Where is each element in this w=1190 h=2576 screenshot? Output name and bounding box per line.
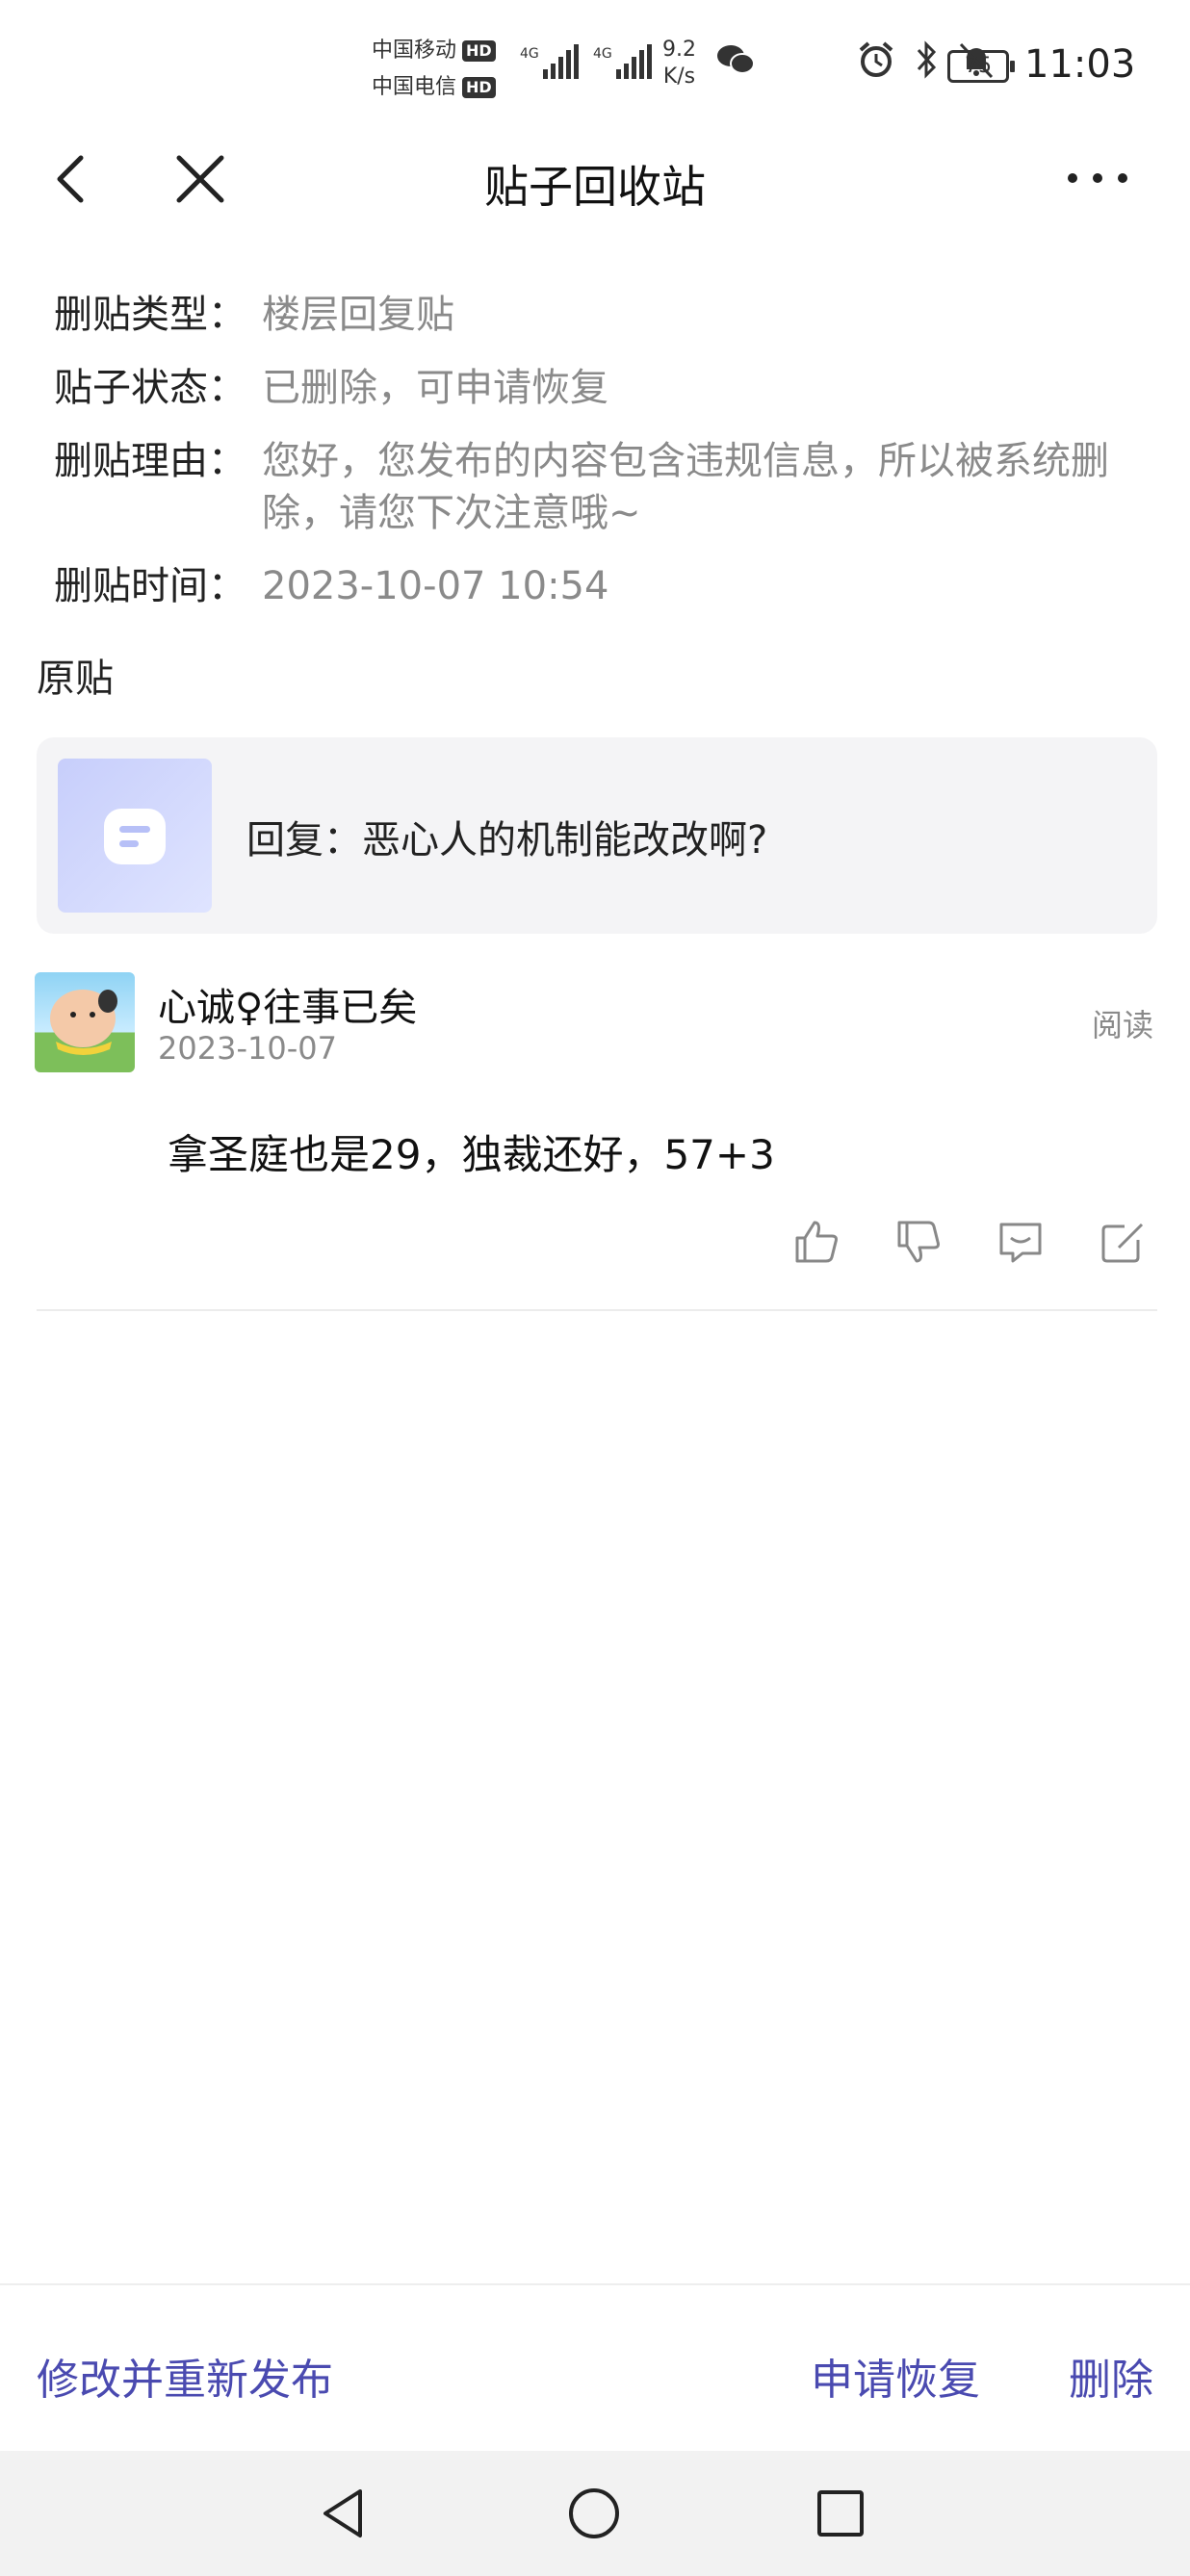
carrier-1: 中国移动 (372, 39, 457, 63)
post-date: 2023-10-07 (158, 1030, 337, 1067)
svg-text:4G: 4G (593, 46, 612, 62)
svg-text:4G: 4G (520, 46, 539, 62)
info-row-status: 贴子状态： 已删除，可申请恢复 (54, 362, 1151, 414)
reply-content: 拿圣庭也是29，独裁还好，57+3 (168, 1131, 775, 1178)
signal-icon: 4G (520, 44, 579, 79)
signal-icon: 4G (593, 44, 652, 79)
hd-badge: HD (462, 40, 496, 62)
info-row-reason: 删贴理由： 您好，您发布的内容包含违规信息，所以被系统删除，请您下次注意哦~ (54, 435, 1151, 539)
battery-level: 75 (965, 54, 992, 78)
divider (37, 1309, 1157, 1311)
dislike-icon[interactable] (892, 1215, 945, 1269)
deletion-info: 删贴类型： 楼层回复贴 贴子状态： 已删除，可申请恢复 删贴理由： 您好，您发布… (54, 289, 1151, 633)
clock: 11:03 (1024, 42, 1136, 87)
alarm-icon (859, 41, 893, 77)
time-label: 删贴时间： (54, 564, 246, 608)
reply-actions (789, 1215, 1150, 1269)
net-speed-value: 9.2 (662, 38, 696, 62)
type-label: 删贴类型： (54, 293, 246, 337)
bottom-action-bar: 修改并重新发布 申请恢复 删除 (0, 2283, 1190, 2451)
share-icon[interactable] (1096, 1215, 1150, 1269)
carrier-2: 中国电信 (372, 75, 457, 99)
original-post-heading: 原贴 (37, 657, 114, 701)
bluetooth-icon (917, 40, 937, 79)
avatar-image (50, 990, 117, 1055)
read-link[interactable]: 阅读 (1092, 1001, 1153, 1045)
network-speed: 9.2 K/s (662, 37, 696, 90)
chat-bubble-icon (104, 809, 166, 864)
info-row-type: 删贴类型： 楼层回复贴 (54, 289, 1151, 341)
post-recycle-bin-page: 中国移动 HD 中国电信 HD 4G 4G 9.2 K/s 75 11:03 贴… (0, 0, 1190, 2576)
more-icon[interactable] (1063, 154, 1132, 202)
status-bar: 中国移动 HD 中国电信 HD 4G 4G 9.2 K/s 75 11:03 (0, 0, 1190, 135)
system-recents-icon[interactable] (807, 2480, 874, 2547)
page-title: 贴子回收站 (484, 161, 706, 213)
like-icon[interactable] (789, 1215, 843, 1269)
type-value: 楼层回复贴 (262, 293, 454, 337)
reason-value: 您好，您发布的内容包含违规信息，所以被系统删除，请您下次注意哦~ (262, 439, 1109, 535)
hd-badge: HD (462, 77, 496, 98)
status-label: 贴子状态： (54, 366, 246, 410)
edit-repost-button[interactable]: 修改并重新发布 (37, 2345, 333, 2407)
avatar[interactable] (35, 972, 135, 1072)
original-post-card[interactable]: 回复：恶心人的机制能改改啊? (37, 737, 1157, 934)
status-value: 已删除，可申请恢复 (262, 366, 608, 410)
battery-indicator: 75 (947, 50, 1015, 83)
wechat-icon (717, 45, 755, 74)
request-restore-button[interactable]: 申请恢复 (811, 2345, 980, 2407)
comment-icon[interactable] (994, 1215, 1048, 1269)
system-navigation-bar (0, 2451, 1190, 2576)
net-speed-unit: K/s (662, 64, 696, 89)
carrier-info: 中国移动 HD 中国电信 HD (372, 33, 496, 106)
system-back-icon[interactable] (312, 2480, 379, 2547)
time-value: 2023-10-07 10:54 (262, 564, 609, 608)
reason-label: 删贴理由： (54, 439, 246, 483)
author-name[interactable]: 心诚♀往事已矣 (158, 976, 417, 1032)
original-post-title: 回复：恶心人的机制能改改啊? (246, 818, 768, 863)
post-thumbnail (58, 759, 212, 913)
delete-button[interactable]: 删除 (1069, 2345, 1153, 2407)
info-row-time: 删贴时间： 2023-10-07 10:54 (54, 560, 1151, 612)
signal-icons: 4G 4G (520, 42, 655, 81)
system-home-icon[interactable] (560, 2480, 628, 2547)
navigation-bar: 贴子回收站 (0, 135, 1190, 225)
